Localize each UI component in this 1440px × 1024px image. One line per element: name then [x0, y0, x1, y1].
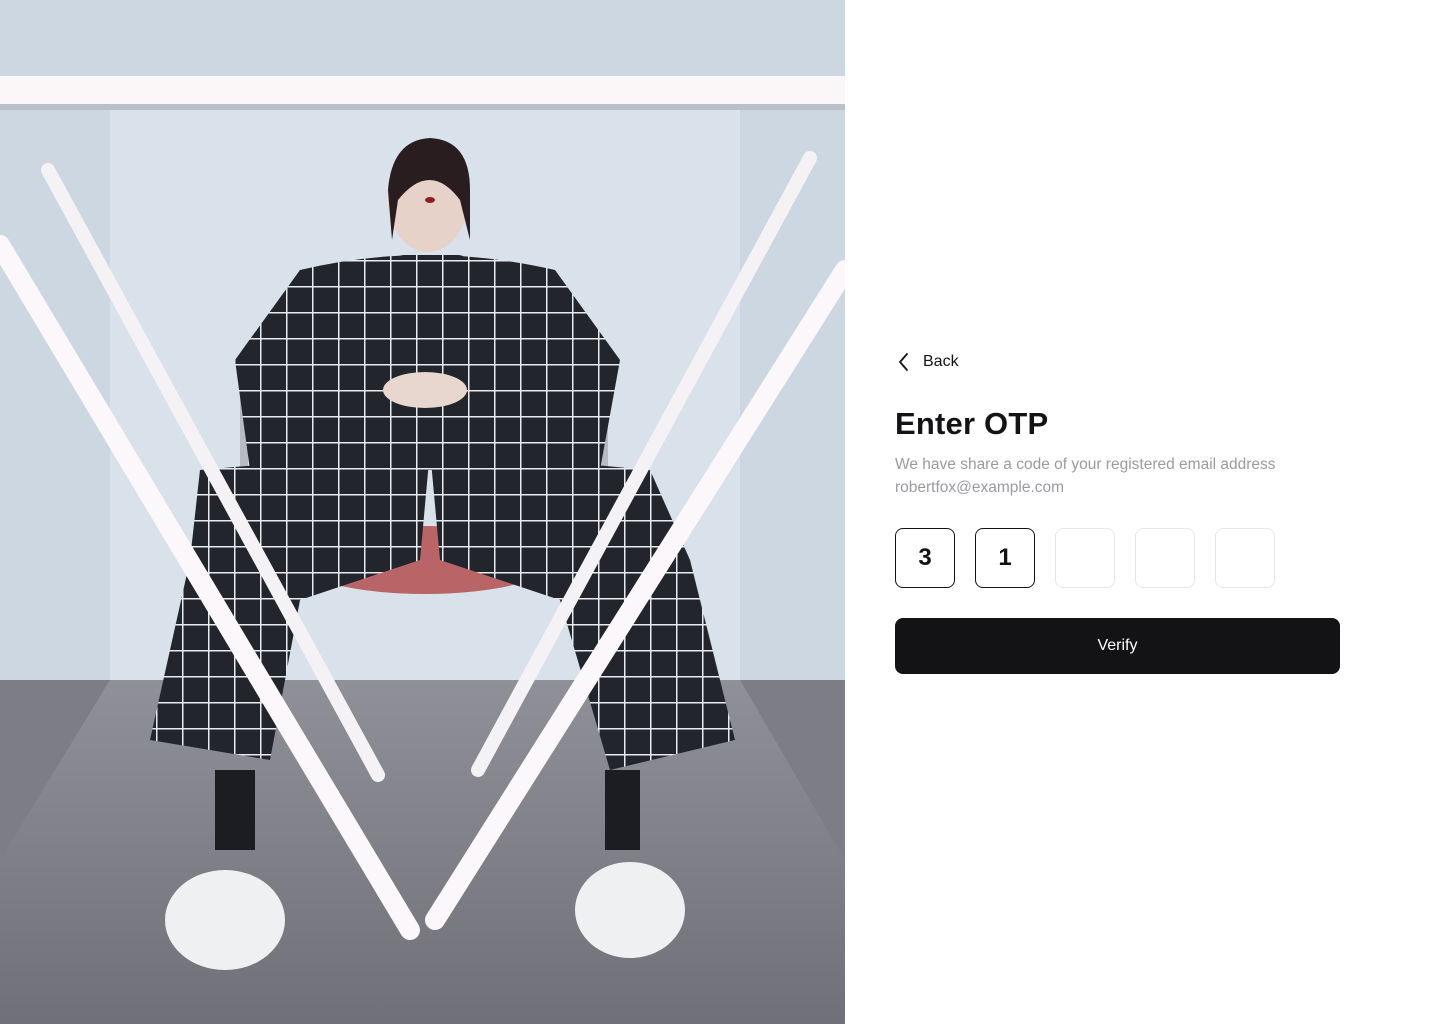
email-address: robertfox@example.com: [895, 479, 1065, 496]
otp-input-group: [895, 528, 1275, 588]
subtitle: We have share a code of your registered …: [895, 453, 1365, 499]
otp-form-panel: Back Enter OTP We have share a code of y…: [845, 0, 1440, 1024]
back-link[interactable]: Back: [895, 349, 959, 375]
otp-digit-5[interactable]: [1215, 528, 1275, 588]
verify-button[interactable]: Verify: [895, 618, 1340, 674]
otp-digit-3[interactable]: [1055, 528, 1115, 588]
otp-digit-1[interactable]: [895, 528, 955, 588]
otp-digit-2[interactable]: [975, 528, 1035, 588]
back-label: Back: [923, 353, 959, 370]
page-title: Enter OTP: [895, 406, 1049, 441]
otp-digit-4[interactable]: [1135, 528, 1195, 588]
hero-photo: [0, 0, 845, 1024]
chevron-left-icon: [899, 353, 908, 371]
subtitle-text: We have share a code of your registered …: [895, 456, 1276, 473]
